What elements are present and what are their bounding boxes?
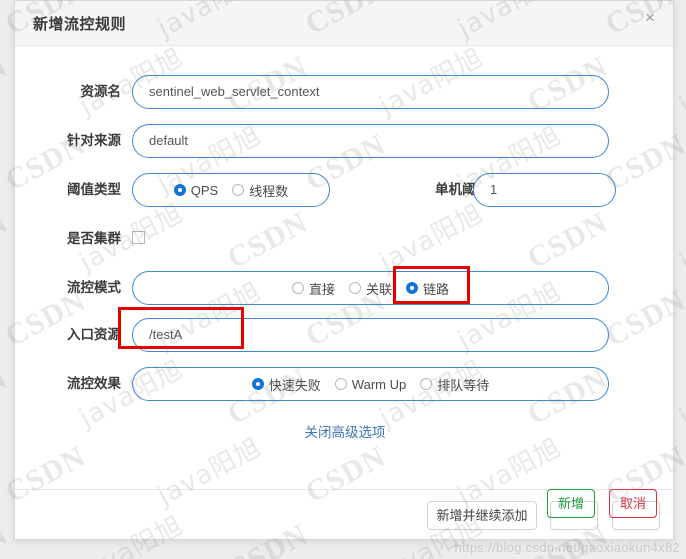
- form-row-threshold-type: 阈值类型 QPS 线程数 单机阈值 1: [15, 171, 675, 209]
- add-flow-rule-dialog: 新增流控规则 × 资源名 sentinel_web_servlet_contex…: [14, 0, 674, 540]
- radio-dot-icon: [420, 378, 433, 390]
- limit-app-input[interactable]: default: [132, 124, 609, 158]
- toggle-advanced-options-link[interactable]: 关闭高级选项: [15, 421, 675, 441]
- dialog-footer: 新增并继续添加 新增 取消: [15, 489, 673, 539]
- add-and-continue-button[interactable]: 新增并继续添加: [427, 501, 537, 530]
- label-is-cluster: 是否集群: [67, 231, 121, 246]
- dialog-title: 新增流控规则: [33, 16, 127, 33]
- radio-label-warm-up: Warm Up: [351, 376, 407, 392]
- label-entry-resource: 入口资源: [67, 327, 121, 342]
- form-row-resource-name: 资源名 sentinel_web_servlet_context: [15, 73, 675, 111]
- form-row-flow-effect: 流控效果 快速失败 Warm Up 排队等待: [15, 365, 675, 403]
- radio-flow-effect-warm-up[interactable]: Warm Up: [334, 376, 407, 392]
- radio-flow-effect-fast-fail[interactable]: 快速失败: [251, 375, 321, 394]
- watermark-url: https://blog.csdn.net/gaoxiaokun4x82: [454, 540, 680, 555]
- threshold-type-radio-group: QPS 线程数: [132, 173, 330, 207]
- radio-dot-icon: [232, 184, 245, 196]
- single-threshold-input[interactable]: 1: [473, 173, 616, 207]
- label-limit-app: 针对来源: [67, 133, 121, 148]
- form-row-entry-resource: 入口资源 /testA: [15, 316, 675, 354]
- radio-dot-icon: [348, 282, 361, 294]
- label-flow-effect: 流控效果: [67, 376, 121, 391]
- page-background-left: [0, 0, 14, 540]
- radio-dot-icon: [406, 282, 418, 294]
- radio-label-associated: 关联: [365, 281, 392, 297]
- radio-flow-mode-chain[interactable]: 链路: [406, 279, 449, 298]
- form-row-is-cluster: 是否集群: [15, 220, 675, 258]
- flow-effect-radio-group: 快速失败 Warm Up 排队等待: [132, 367, 609, 401]
- radio-dot-icon: [334, 378, 347, 390]
- radio-label-chain: 链路: [423, 281, 450, 297]
- form-row-limit-app: 针对来源 default: [15, 122, 675, 160]
- close-icon[interactable]: ×: [639, 7, 661, 29]
- resource-name-input[interactable]: sentinel_web_servlet_context: [132, 75, 609, 109]
- label-resource-name: 资源名: [80, 84, 122, 99]
- radio-label-queue: 排队等待: [437, 377, 490, 393]
- radio-dot-icon: [173, 184, 186, 196]
- form-row-flow-mode: 流控模式 直接 关联 链路: [15, 269, 675, 307]
- label-threshold-type: 阈值类型: [67, 182, 121, 197]
- add-button[interactable]: 新增: [550, 501, 598, 530]
- radio-label-fast-fail: 快速失败: [268, 377, 321, 393]
- label-flow-mode: 流控模式: [67, 280, 121, 295]
- radio-dot-icon: [291, 282, 304, 294]
- cancel-button[interactable]: 取消: [612, 501, 660, 530]
- radio-dot-icon: [251, 378, 264, 390]
- is-cluster-checkbox[interactable]: [132, 231, 145, 244]
- radio-threshold-qps[interactable]: QPS: [173, 182, 219, 198]
- radio-label-threads: 线程数: [249, 183, 289, 199]
- radio-flow-effect-queue[interactable]: 排队等待: [420, 375, 489, 394]
- dialog-header: 新增流控规则 ×: [15, 1, 673, 46]
- radio-label-direct: 直接: [308, 281, 335, 297]
- radio-threshold-threads[interactable]: 线程数: [232, 181, 288, 200]
- radio-flow-mode-direct[interactable]: 直接: [291, 279, 335, 298]
- entry-resource-input[interactable]: /testA: [132, 318, 609, 352]
- radio-flow-mode-associated[interactable]: 关联: [348, 279, 392, 298]
- dialog-body: 资源名 sentinel_web_servlet_context 针对来源 de…: [15, 46, 673, 489]
- radio-label-qps: QPS: [190, 182, 219, 198]
- flow-mode-radio-group: 直接 关联 链路: [132, 271, 609, 305]
